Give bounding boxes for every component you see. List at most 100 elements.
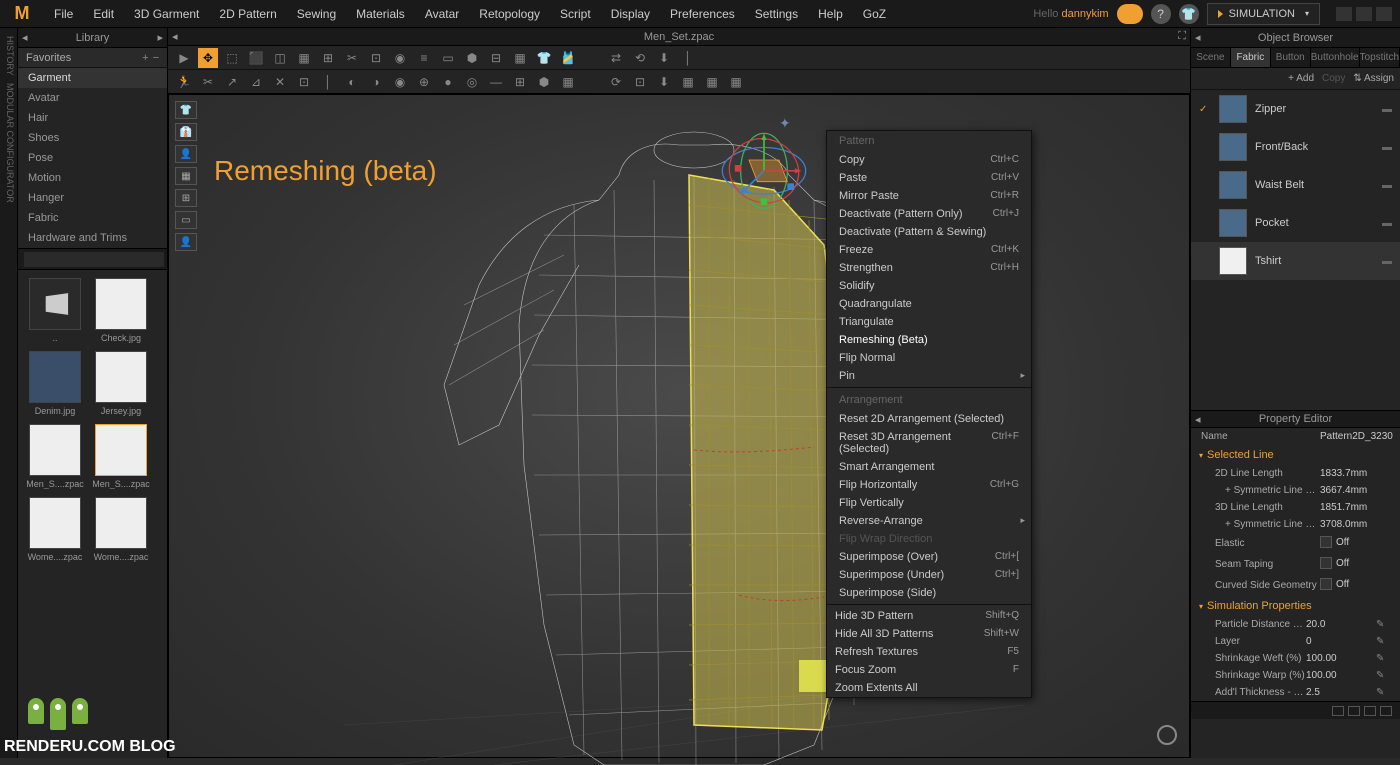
viewport-mode-button[interactable]: 👤 <box>175 145 197 163</box>
menu-3d-garment[interactable]: 3D Garment <box>124 1 209 27</box>
object-tab-fabric[interactable]: Fabric <box>1231 48 1271 67</box>
menu-goz[interactable]: GoZ <box>853 1 896 27</box>
menu-avatar[interactable]: Avatar <box>415 1 469 27</box>
context-menu-item-hide-all-3d-patterns[interactable]: Hide All 3D PatternsShift+W <box>827 625 1031 643</box>
tool-button[interactable]: ⬛ <box>246 48 266 68</box>
tool-button[interactable]: ◉ <box>390 48 410 68</box>
context-menu-item-deactivate-pattern-sewing-[interactable]: Deactivate (Pattern & Sewing) <box>827 223 1031 241</box>
object-tab-button[interactable]: Button <box>1271 48 1311 67</box>
drag-handle-icon[interactable]: ▬ <box>1382 104 1392 115</box>
library-category-shoes[interactable]: Shoes <box>18 128 167 148</box>
property-row[interactable]: Seam TapingOff <box>1191 554 1400 575</box>
object-tab-topstitch[interactable]: Topstitch <box>1360 48 1400 67</box>
viewport-mode-button[interactable]: 👕 <box>175 101 197 119</box>
tool-button[interactable]: ⊿ <box>246 72 266 92</box>
library-thumb[interactable]: Check.jpg <box>92 278 150 343</box>
tool-button[interactable]: ◑ <box>366 72 386 92</box>
viewport-mode-button[interactable]: ⊞ <box>175 189 197 207</box>
tool-button[interactable]: 👕 <box>534 48 554 68</box>
fabric-item-tshirt[interactable]: Tshirt▬ <box>1191 242 1400 280</box>
assign-button[interactable]: ⇅ Assign <box>1353 73 1394 84</box>
history-rail[interactable]: HISTORY MODULAR CONFIGURATOR <box>0 28 18 758</box>
context-menu-item-refresh-textures[interactable]: Refresh TexturesF5 <box>827 643 1031 661</box>
tool-button[interactable]: ▦ <box>558 72 578 92</box>
context-menu-item-zoom-extents-all[interactable]: Zoom Extents All <box>827 679 1031 697</box>
menu-retopology[interactable]: Retopology <box>469 1 550 27</box>
property-row[interactable]: Layer0✎ <box>1191 633 1400 650</box>
object-tab-buttonhole[interactable]: Buttonhole <box>1311 48 1360 67</box>
property-row[interactable]: Shrinkage Weft (%)100.00✎ <box>1191 650 1400 667</box>
layout-icon-2[interactable] <box>1348 706 1360 716</box>
context-menu-item-superimpose-side-[interactable]: Superimpose (Side) <box>827 584 1031 602</box>
simulation-button[interactable]: SIMULATION ▾ <box>1207 3 1320 25</box>
viewport-mode-button[interactable]: ▭ <box>175 211 197 229</box>
library-category-pose[interactable]: Pose <box>18 148 167 168</box>
property-name-value[interactable]: Pattern2D_3230 <box>1320 431 1390 442</box>
remove-favorite-icon[interactable]: − <box>153 52 159 64</box>
context-menu-item-superimpose-under-[interactable]: Superimpose (Under)Ctrl+] <box>827 566 1031 584</box>
tool-button[interactable]: ✂ <box>342 48 362 68</box>
fabric-item-front-back[interactable]: Front/Back▬ <box>1191 128 1400 166</box>
property-row[interactable]: + Symmetric Line Length3667.4mm <box>1191 482 1400 499</box>
menu-sewing[interactable]: Sewing <box>287 1 346 27</box>
minimize-button[interactable] <box>1336 7 1352 21</box>
panel-collapse-icon[interactable]: ◂ <box>1195 413 1201 426</box>
menu-settings[interactable]: Settings <box>745 1 808 27</box>
edit-icon[interactable]: ✎ <box>1376 653 1390 664</box>
tool-button[interactable]: ⇄ <box>606 48 626 68</box>
tool-button[interactable]: ⊞ <box>510 72 530 92</box>
context-menu-item-deactivate-pattern-only-[interactable]: Deactivate (Pattern Only)Ctrl+J <box>827 205 1031 223</box>
tool-button[interactable]: ⊡ <box>630 72 650 92</box>
context-menu-item-flip-horizontally[interactable]: Flip HorizontallyCtrl+G <box>827 476 1031 494</box>
library-thumb[interactable]: Jersey.jpg <box>92 351 150 416</box>
library-category-hanger[interactable]: Hanger <box>18 188 167 208</box>
property-row[interactable]: Curved Side GeometryOff <box>1191 575 1400 596</box>
property-row[interactable]: + Symmetric Line Length3708.0mm <box>1191 516 1400 533</box>
menu-script[interactable]: Script <box>550 1 601 27</box>
menu-materials[interactable]: Materials <box>346 1 415 27</box>
tool-button[interactable]: ⊕ <box>414 72 434 92</box>
menu-help[interactable]: Help <box>808 1 853 27</box>
drag-handle-icon[interactable]: ▬ <box>1382 180 1392 191</box>
tool-button[interactable] <box>582 48 602 68</box>
fabric-item-pocket[interactable]: Pocket▬ <box>1191 204 1400 242</box>
drag-handle-icon[interactable]: ▬ <box>1382 142 1392 153</box>
menu-preferences[interactable]: Preferences <box>660 1 745 27</box>
drag-handle-icon[interactable]: ▬ <box>1382 256 1392 267</box>
tool-button[interactable]: ⬢ <box>462 48 482 68</box>
tool-button[interactable]: ⊡ <box>366 48 386 68</box>
library-category-motion[interactable]: Motion <box>18 168 167 188</box>
edit-icon[interactable]: ✎ <box>1376 636 1390 647</box>
tool-button[interactable]: ● <box>438 72 458 92</box>
tool-button[interactable]: — <box>486 72 506 92</box>
close-button[interactable] <box>1376 7 1392 21</box>
property-row[interactable]: Add'l Thickness - Collision2.5✎ <box>1191 684 1400 701</box>
tool-button[interactable]: ✥ <box>198 48 218 68</box>
library-category-hardware-and-trims[interactable]: Hardware and Trims <box>18 228 167 248</box>
tool-button[interactable]: ⟲ <box>630 48 650 68</box>
context-menu-item-copy[interactable]: CopyCtrl+C <box>827 151 1031 169</box>
library-thumb[interactable]: Wome....zpac <box>26 497 84 562</box>
tool-button[interactable]: ≡ <box>414 48 434 68</box>
tool-button[interactable]: ▦ <box>678 72 698 92</box>
context-menu-item-flip-normal[interactable]: Flip Normal <box>827 349 1031 367</box>
tool-button[interactable]: ✕ <box>270 72 290 92</box>
library-category-avatar[interactable]: Avatar <box>18 88 167 108</box>
tool-button[interactable]: ◫ <box>270 48 290 68</box>
library-thumb[interactable]: Men_S....zpac <box>26 424 84 489</box>
fabric-item-zipper[interactable]: ✓Zipper▬ <box>1191 90 1400 128</box>
tool-button[interactable]: ⬚ <box>222 48 242 68</box>
library-thumb[interactable]: Men_S....zpac <box>92 424 150 489</box>
tool-button[interactable]: ▭ <box>438 48 458 68</box>
tool-button[interactable]: ⊡ <box>294 72 314 92</box>
section-selected-line[interactable]: Selected Line <box>1191 445 1400 465</box>
panel-collapse-right-icon[interactable]: ▸ <box>157 31 163 44</box>
help-icon[interactable]: ? <box>1151 4 1171 24</box>
tool-button[interactable]: ◉ <box>390 72 410 92</box>
tool-button[interactable]: ▶ <box>174 48 194 68</box>
tool-button[interactable]: ◐ <box>342 72 362 92</box>
context-menu-item-reset-2d-arrangement-selected-[interactable]: Reset 2D Arrangement (Selected) <box>827 410 1031 428</box>
context-menu-item-reverse-arrange[interactable]: Reverse-Arrange <box>827 512 1031 530</box>
property-row[interactable]: Shrinkage Warp (%)100.00✎ <box>1191 667 1400 684</box>
property-row[interactable]: 2D Line Length1833.7mm <box>1191 465 1400 482</box>
